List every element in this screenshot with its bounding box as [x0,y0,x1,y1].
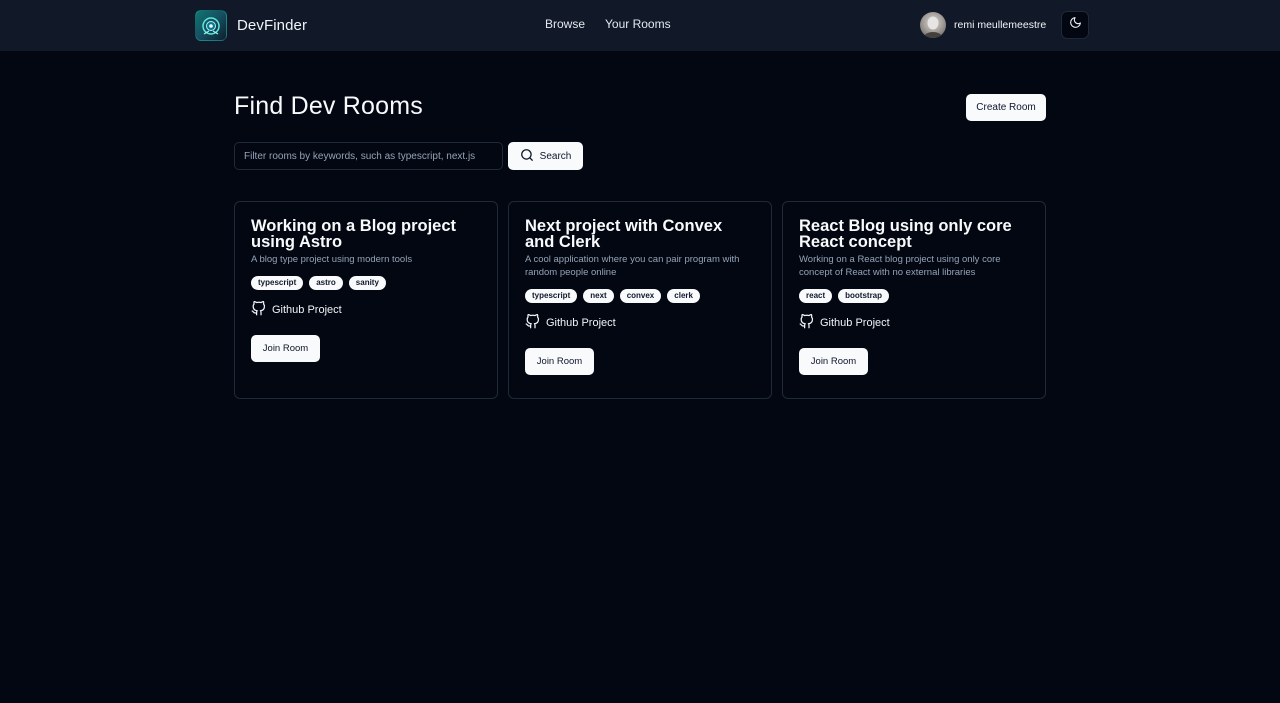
tag-badge[interactable]: clerk [667,289,700,303]
github-project-link[interactable]: Github Project [251,300,481,319]
github-link-label: Github Project [272,304,342,316]
room-tags: react bootstrap [799,289,1029,303]
tag-badge[interactable]: typescript [251,276,304,290]
nav-your-rooms[interactable]: Your Rooms [605,17,671,31]
join-room-button[interactable]: Join Room [251,335,320,362]
devfinder-logo-icon [195,10,227,41]
search-button[interactable]: Search [508,142,583,170]
github-icon [799,313,814,332]
user-name: remi meullemeestre [954,19,1047,31]
page-title: Find Dev Rooms [234,92,423,120]
room-description: A cool application where you can pair pr… [525,254,740,278]
room-tags: typescript next convex clerk [525,289,755,303]
github-project-link[interactable]: Github Project [799,313,1029,332]
room-tags: typescript astro sanity [251,276,481,290]
nav-browse[interactable]: Browse [545,17,585,31]
search-input[interactable] [234,142,503,170]
tag-badge[interactable]: next [583,289,614,303]
search-button-label: Search [539,150,572,162]
github-link-label: Github Project [546,317,616,329]
main-nav: Browse Your Rooms [545,17,671,31]
room-title: Working on a Blog project using Astro [251,217,457,251]
github-icon [251,300,266,319]
tag-badge[interactable]: bootstrap [838,289,890,303]
github-link-label: Github Project [820,317,890,329]
tag-badge[interactable]: react [799,289,833,303]
top-navbar: DevFinder Browse Your Rooms remi meullem… [0,0,1280,51]
user-menu[interactable]: remi meullemeestre [920,12,1046,38]
moon-icon [1069,16,1082,34]
create-room-button[interactable]: Create Room [966,94,1046,121]
tag-badge[interactable]: typescript [525,289,578,303]
github-project-link[interactable]: Github Project [525,313,755,332]
tag-badge[interactable]: astro [309,276,343,290]
room-description: Working on a React blog project using on… [799,254,1001,278]
tag-badge[interactable]: convex [619,289,662,303]
search-icon [520,148,534,165]
room-title: React Blog using only core React concept [799,217,1012,251]
theme-toggle-button[interactable] [1061,11,1089,39]
avatar [920,12,946,38]
tag-badge[interactable]: sanity [348,276,386,290]
room-title: Next project with Convex and Clerk [525,217,723,251]
join-room-button[interactable]: Join Room [525,348,594,375]
join-room-button[interactable]: Join Room [799,348,868,375]
brand-link[interactable]: DevFinder [195,10,307,41]
brand-name: DevFinder [237,17,308,34]
room-card: Next project with Convex and Clerk A coo… [508,201,772,399]
room-card: React Blog using only core React concept… [782,201,1046,399]
github-icon [525,313,540,332]
room-description: A blog type project using modern tools [251,254,413,265]
room-card: Working on a Blog project using Astro A … [234,201,498,399]
